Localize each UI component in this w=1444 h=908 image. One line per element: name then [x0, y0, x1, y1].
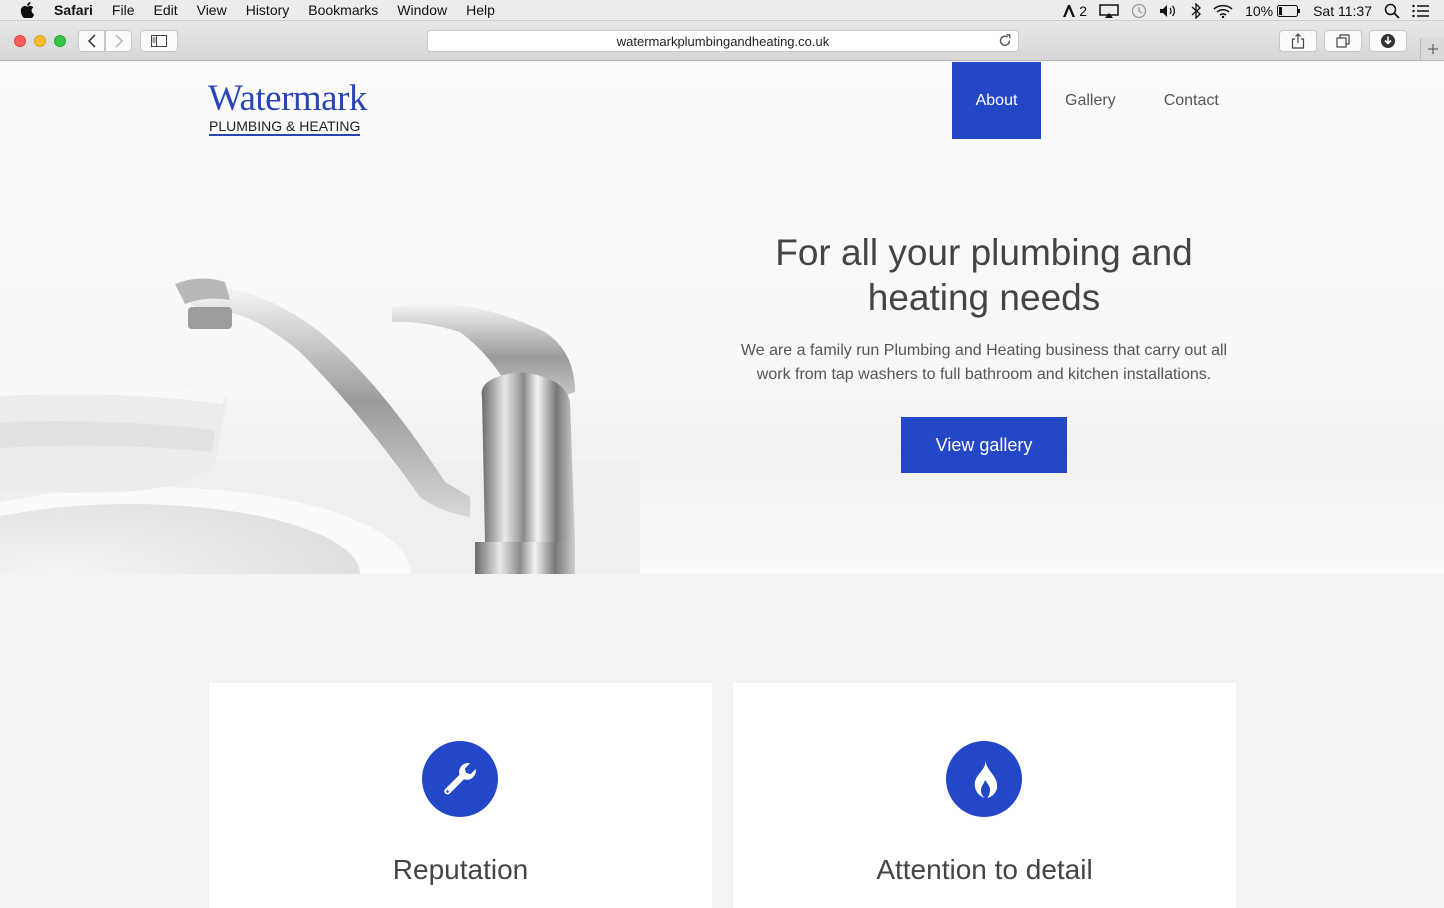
notification-center-icon[interactable]: [1412, 4, 1430, 18]
feature-title: Attention to detail: [876, 854, 1093, 885]
share-button[interactable]: [1279, 30, 1317, 52]
menu-edit[interactable]: Edit: [153, 2, 177, 18]
flame-icon: [946, 741, 1022, 817]
tabs-overview-button[interactable]: [1324, 30, 1362, 52]
chevron-right-icon: [114, 34, 123, 48]
browser-toolbar: watermarkplumbingandheating.co.uk: [0, 21, 1444, 61]
feature-title: Reputation: [392, 854, 529, 885]
wrench-icon: [422, 741, 498, 817]
faucet-image: [0, 278, 640, 574]
time-machine-icon[interactable]: [1131, 3, 1147, 19]
airplay-icon[interactable]: [1099, 3, 1119, 18]
logo-wordmark: Watermark: [208, 78, 367, 119]
menu-app-name[interactable]: Safari: [54, 2, 93, 18]
web-page: Watermark PLUMBING & HEATING About Galle…: [0, 62, 1444, 908]
menu-history[interactable]: History: [246, 2, 290, 18]
spotlight-icon[interactable]: [1384, 3, 1400, 19]
url-text: watermarkplumbingandheating.co.uk: [616, 33, 830, 49]
volume-icon[interactable]: [1159, 4, 1179, 18]
apple-icon[interactable]: [20, 2, 36, 18]
bluetooth-icon[interactable]: [1191, 2, 1202, 19]
downloads-button[interactable]: [1369, 30, 1407, 52]
fullscreen-window-button[interactable]: [54, 35, 66, 47]
menu-view[interactable]: View: [197, 2, 227, 18]
adobe-count: 2: [1079, 2, 1088, 19]
nav-contact[interactable]: Contact: [1140, 62, 1243, 139]
close-window-button[interactable]: [14, 35, 26, 47]
view-gallery-button[interactable]: View gallery: [901, 417, 1067, 473]
adobe-icon: [1063, 4, 1076, 17]
clock[interactable]: Sat 11:37: [1313, 3, 1372, 19]
address-bar[interactable]: watermarkplumbingandheating.co.uk: [427, 30, 1019, 52]
menu-file[interactable]: File: [112, 2, 135, 18]
share-icon: [1291, 33, 1305, 49]
nav-about[interactable]: About: [952, 62, 1041, 139]
feature-card-attention: Attention to detail: [733, 683, 1236, 908]
hero-description: We are a family run Plumbing and Heating…: [740, 342, 1228, 383]
back-button[interactable]: [78, 30, 105, 52]
forward-button[interactable]: [105, 30, 132, 52]
chevron-left-icon: [87, 34, 96, 48]
nav-gallery[interactable]: Gallery: [1041, 62, 1140, 139]
sidebar-toggle-button[interactable]: [140, 30, 178, 52]
battery-status[interactable]: 10%: [1245, 3, 1301, 19]
hero-title: For all your plumbing and heating needs: [775, 232, 1193, 318]
site-nav: About Gallery Contact: [952, 62, 1243, 139]
new-tab-button[interactable]: [1420, 38, 1444, 61]
plus-icon: [1427, 44, 1438, 54]
menu-bookmarks[interactable]: Bookmarks: [308, 2, 378, 18]
feature-card-reputation: Reputation: [209, 683, 712, 908]
reload-icon[interactable]: [998, 34, 1012, 48]
tabs-icon: [1336, 34, 1350, 48]
status-menus: 2 10% Sat 11:37: [1062, 0, 1430, 21]
menu-bar: Safari File Edit View History Bookmarks …: [0, 0, 1444, 21]
battery-icon: [1277, 4, 1301, 17]
sidebar-icon: [151, 35, 167, 47]
logo-tagline: PLUMBING & HEATING: [209, 118, 361, 136]
wifi-icon[interactable]: [1213, 4, 1233, 18]
minimize-window-button[interactable]: [34, 35, 46, 47]
menu-window[interactable]: Window: [397, 2, 447, 18]
download-icon: [1381, 34, 1395, 48]
site-logo[interactable]: Watermark PLUMBING & HEATING: [208, 80, 367, 136]
battery-percent: 10%: [1245, 2, 1274, 19]
adobe-status[interactable]: 2: [1062, 3, 1087, 19]
hero-section: Watermark PLUMBING & HEATING About Galle…: [0, 62, 1444, 574]
menu-help[interactable]: Help: [466, 2, 495, 18]
